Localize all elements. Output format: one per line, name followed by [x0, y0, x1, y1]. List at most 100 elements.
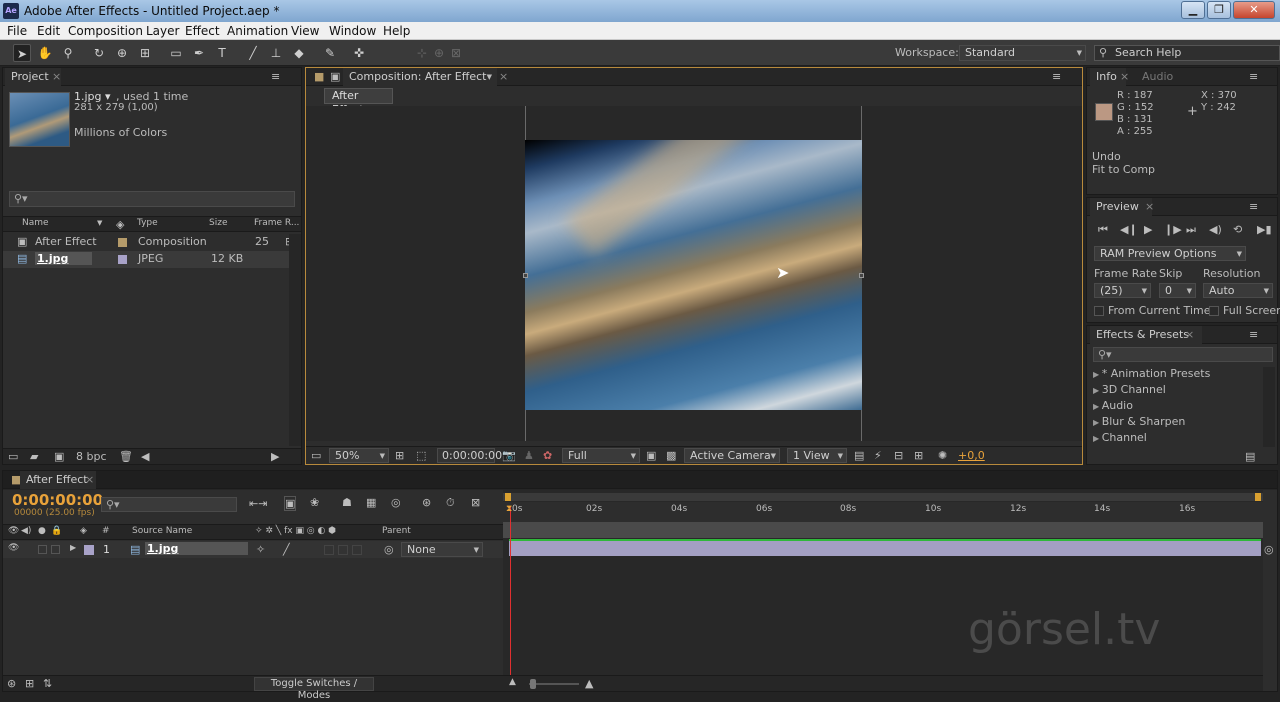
close-icon[interactable]: × — [1120, 68, 1129, 86]
lock-switch-icon[interactable]: 🔒 — [51, 526, 62, 536]
effects-item[interactable]: ▶ 3D Channel — [1093, 383, 1263, 399]
menu-view[interactable]: View — [291, 24, 319, 38]
selection-tool-icon[interactable]: ➤ — [13, 44, 31, 62]
panel-menu-icon[interactable]: ≡ — [1052, 70, 1061, 83]
tab-info[interactable]: Info × — [1090, 68, 1129, 86]
pickwhip-icon[interactable]: ◎ — [384, 543, 394, 556]
zoom-out-icon[interactable]: ▲ — [509, 677, 516, 687]
layer-handle[interactable] — [523, 273, 528, 278]
ram-preview-select[interactable]: RAM Preview Options — [1094, 246, 1246, 261]
work-area-bar[interactable] — [503, 493, 1263, 501]
mask-visibility-icon[interactable]: ⬚ — [416, 449, 426, 462]
graph-editor-icon[interactable]: ⊠ — [471, 496, 480, 509]
menu-composition[interactable]: Composition — [68, 24, 143, 38]
close-icon[interactable]: × — [499, 70, 508, 83]
camera-tool-icon[interactable]: ⊕ — [113, 44, 131, 62]
close-icon[interactable]: × — [1145, 198, 1154, 216]
brush-tool-icon[interactable]: ╱ — [244, 44, 262, 62]
rectangle-tool-icon[interactable]: ▭ — [167, 44, 185, 62]
work-area-end[interactable] — [1255, 493, 1261, 501]
switch-box[interactable] — [352, 545, 362, 555]
always-preview-icon[interactable]: ▭ — [311, 449, 321, 462]
project-search-input[interactable]: ⚲▾ — [9, 191, 295, 207]
timeline-search-input[interactable]: ⚲▾ — [101, 497, 237, 512]
layer-row[interactable]: 👁 ▶ 1 ▤ 1.jpg ✧ ╱ ◎ None — [3, 541, 503, 558]
draft-3d-icon[interactable]: ❀ — [310, 496, 319, 509]
camera-select[interactable]: Active Camera — [684, 448, 780, 463]
zoom-in-icon[interactable]: ▲ — [585, 677, 593, 690]
scroll-left-icon[interactable]: ◀ — [141, 450, 149, 463]
layer-switches-icon[interactable]: ⊛ — [7, 677, 16, 690]
lock-toggle[interactable] — [51, 545, 60, 554]
resolution-select[interactable]: Full — [562, 448, 640, 463]
menu-window[interactable]: Window — [329, 24, 376, 38]
effects-item[interactable]: ▶ Audio — [1093, 399, 1263, 415]
full-screen-checkbox[interactable] — [1209, 306, 1219, 316]
search-help-input[interactable]: ⚲ Search Help — [1094, 45, 1280, 61]
skip-select[interactable]: 0 — [1159, 283, 1196, 298]
menu-help[interactable]: Help — [383, 24, 410, 38]
menu-file[interactable]: File — [7, 24, 27, 38]
project-row[interactable]: ▣ After Effect Composition 25 ⊞ — [3, 234, 301, 251]
video-switch-icon[interactable]: 👁 — [8, 526, 19, 536]
interpret-footage-icon[interactable]: ▭ — [8, 450, 18, 463]
motion-blur-icon[interactable]: ◎ — [391, 496, 401, 509]
panel-menu-icon[interactable]: ≡ — [1249, 328, 1258, 341]
bpc-label[interactable]: 8 bpc — [76, 450, 107, 463]
label-swatch[interactable] — [118, 238, 127, 247]
label-icon[interactable]: ◈ — [116, 218, 124, 231]
tab-audio[interactable]: Audio — [1142, 70, 1173, 83]
play-icon[interactable]: ▶ — [1144, 223, 1152, 236]
roto-brush-tool-icon[interactable]: ✎ — [321, 44, 339, 62]
magnification-select[interactable]: 50% — [329, 448, 389, 463]
layer-bar[interactable] — [509, 541, 1261, 556]
zoom-tool-icon[interactable]: ⚲ — [59, 44, 77, 62]
timeline-icon[interactable]: ⊟ — [894, 449, 903, 462]
project-scrollbar[interactable] — [289, 234, 301, 446]
close-icon[interactable]: × — [1185, 326, 1194, 344]
col-source-name[interactable]: Source Name — [132, 526, 192, 536]
auto-keyframe-icon[interactable]: ⏱ — [446, 496, 455, 510]
clone-stamp-tool-icon[interactable]: ⊥ — [267, 44, 285, 62]
tab-effects-presets[interactable]: Effects & Presets × — [1090, 326, 1202, 344]
tab-composition[interactable]: Composition: After Effect — [343, 68, 497, 86]
exposure-icon[interactable]: ✺ — [938, 449, 947, 462]
last-frame-icon[interactable]: ⏭ — [1186, 223, 1196, 237]
comp-button-icon[interactable]: ◎ — [1264, 543, 1274, 556]
rotate-tool-icon[interactable]: ↻ — [90, 44, 108, 62]
eraser-tool-icon[interactable]: ◆ — [290, 44, 308, 62]
parent-select[interactable]: None — [401, 542, 483, 557]
zoom-slider-thumb[interactable] — [530, 679, 536, 689]
resolution-select[interactable]: Auto — [1203, 283, 1273, 298]
current-time-field[interactable]: 0:00:00:00 — [437, 448, 502, 463]
quality-icon[interactable]: ╱ — [283, 543, 290, 556]
tab-preview[interactable]: Preview × — [1090, 198, 1154, 216]
toggle-switches-modes-button[interactable]: Toggle Switches / Modes — [254, 677, 374, 701]
ram-preview-icon[interactable]: ▶▮ — [1257, 223, 1272, 236]
effects-scrollbar[interactable] — [1263, 367, 1275, 447]
effects-item[interactable]: ▶ Blur & Sharpen — [1093, 415, 1263, 431]
in-out-icon[interactable]: ⇅ — [43, 677, 52, 690]
channel-icon[interactable]: ✿ — [543, 449, 552, 462]
playhead-marker-icon[interactable]: ⧗ — [506, 504, 512, 514]
composition-chip[interactable]: After Effect — [324, 88, 393, 116]
panel-menu-icon[interactable]: ≡ — [1249, 200, 1258, 213]
from-current-time-checkbox[interactable] — [1094, 306, 1104, 316]
solo-icon[interactable]: ● — [38, 526, 46, 536]
shy-icon[interactable]: ✧ — [256, 543, 265, 556]
tab-timeline[interactable]: After Effect × — [20, 471, 96, 489]
title-action-safe-icon[interactable]: ⊞ — [395, 449, 404, 462]
effects-item[interactable]: ▶ Channel — [1093, 431, 1263, 447]
layer-handle[interactable] — [859, 273, 864, 278]
lock-icon[interactable]: ■ — [314, 70, 324, 83]
puppet-tool-icon[interactable]: ✜ — [350, 44, 368, 62]
frame-rate-select[interactable]: (25) — [1094, 283, 1151, 298]
show-snapshot-icon[interactable]: ♟ — [524, 449, 534, 462]
col-frame-rate[interactable]: Frame R... — [254, 218, 299, 228]
hide-shy-icon[interactable]: ☗ — [342, 496, 352, 509]
brainstorm-icon[interactable]: ⊛ — [422, 496, 431, 509]
region-of-interest-icon[interactable]: ▣ — [646, 449, 656, 462]
layer-name[interactable]: 1.jpg — [145, 542, 249, 555]
col-size[interactable]: Size — [209, 218, 227, 228]
project-row[interactable]: ▤ 1.jpg JPEG 12 KB — [3, 251, 301, 268]
